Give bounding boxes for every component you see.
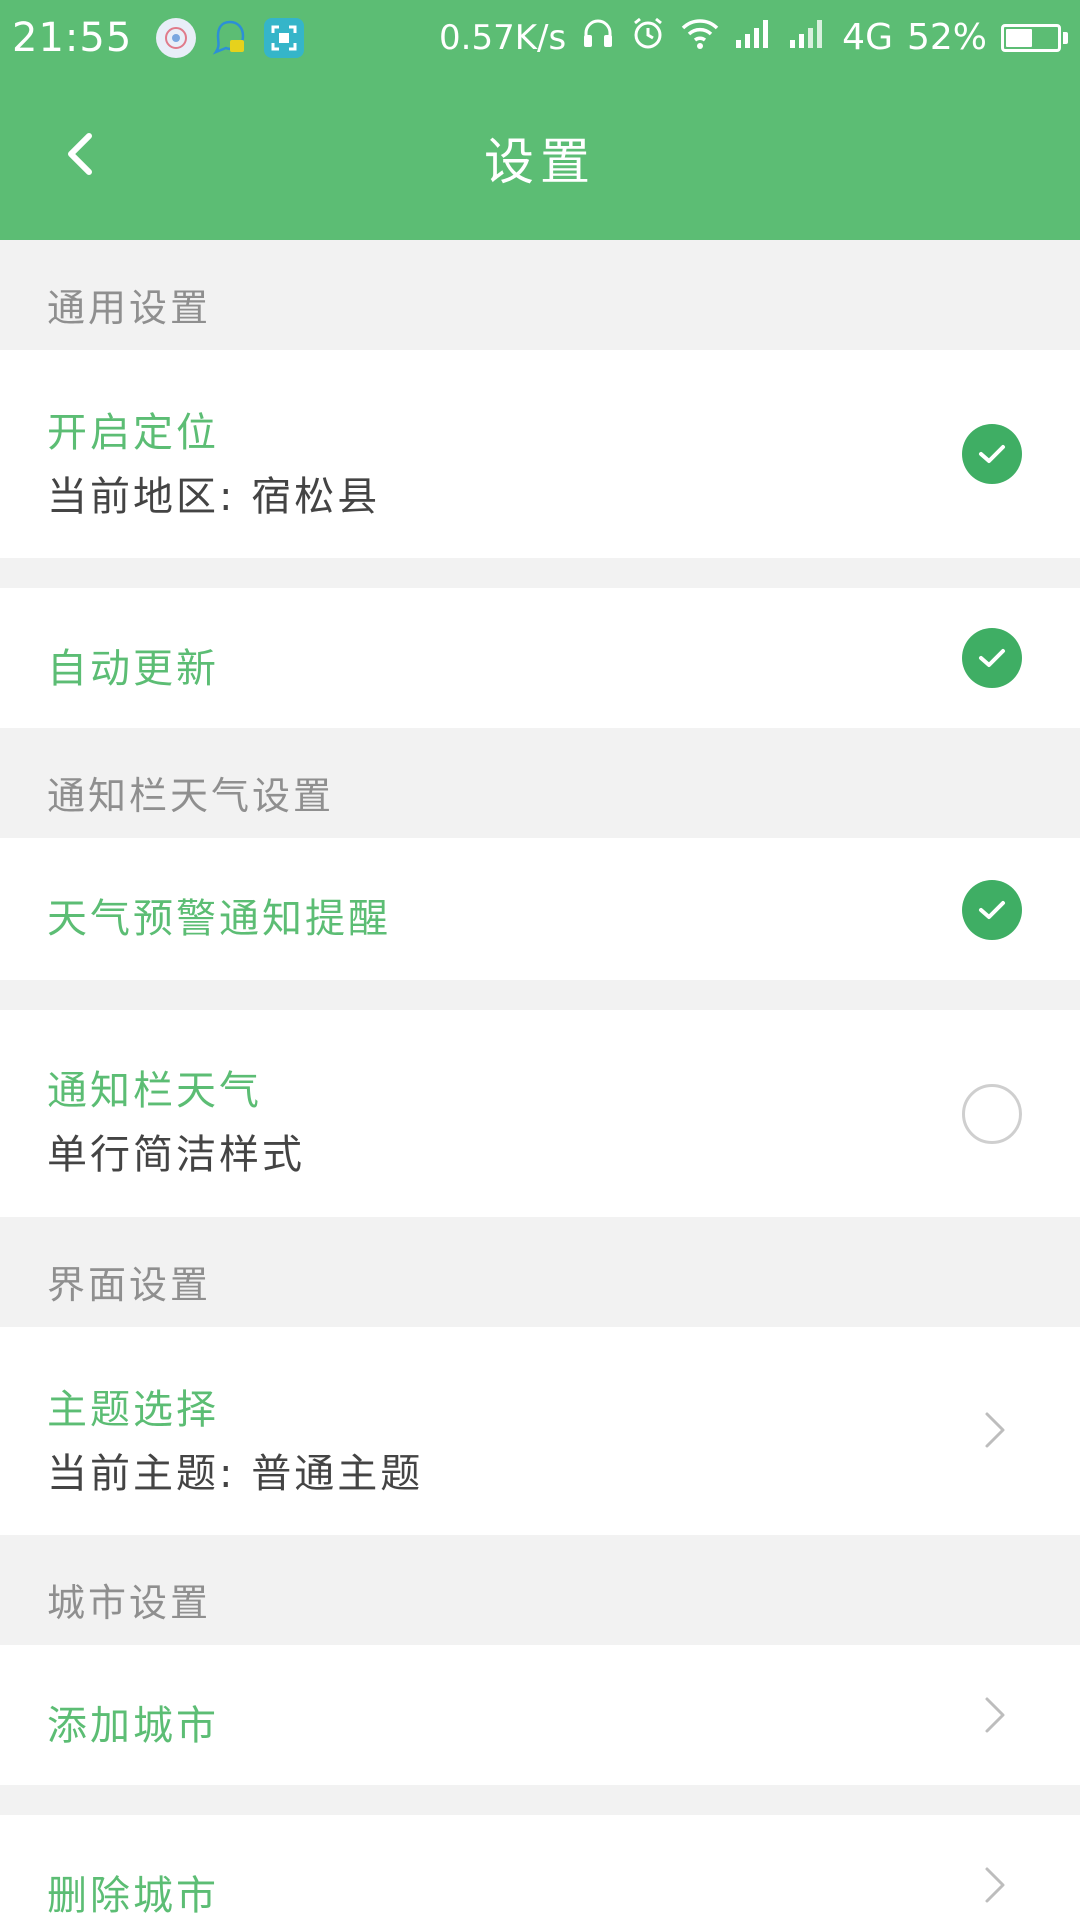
net-speed: 0.57K/s xyxy=(439,17,567,58)
row-title-theme: 主题选择 xyxy=(47,1387,219,1433)
row-auto-update[interactable]: 自动更新 xyxy=(0,588,1080,728)
row-subtitle-theme: 当前主题: 普通主题 xyxy=(47,1451,424,1497)
section-title-general: 通用设置 xyxy=(47,286,212,330)
section-header-general: 通用设置 xyxy=(0,240,1080,350)
wifi-icon xyxy=(680,16,720,59)
row-title-delete-city: 删除城市 xyxy=(47,1873,219,1919)
row-weather-warning[interactable]: 天气预警通知提醒 xyxy=(0,838,1080,980)
network-type: 4G xyxy=(842,17,893,58)
chevron-right-icon xyxy=(976,1690,1012,1740)
chevron-right-icon xyxy=(976,1405,1012,1455)
row-theme[interactable]: 主题选择 当前主题: 普通主题 xyxy=(0,1327,1080,1535)
back-button[interactable] xyxy=(44,119,114,189)
row-title-notification-weather: 通知栏天气 xyxy=(47,1068,262,1114)
section-title-city: 城市设置 xyxy=(47,1581,212,1625)
row-title-location: 开启定位 xyxy=(47,410,219,456)
auto-update-checkbox[interactable] xyxy=(962,628,1022,688)
section-title-notification: 通知栏天气设置 xyxy=(47,774,335,818)
chat-bubble-icon xyxy=(210,18,250,58)
check-icon xyxy=(979,901,1005,919)
scan-icon xyxy=(264,17,305,58)
settings-screen: 21:55 0.57K/s 4G 52% 设置 通用设置 开启定位 当前地区: … xyxy=(0,0,1080,1920)
row-subtitle-location: 当前地区: 宿松县 xyxy=(47,474,381,520)
location-checkbox[interactable] xyxy=(962,424,1022,484)
signal-icon-2 xyxy=(788,16,828,59)
toolbar: 设置 xyxy=(0,75,1080,240)
battery-icon xyxy=(1001,23,1068,52)
row-notification-weather[interactable]: 通知栏天气 单行简洁样式 xyxy=(0,1010,1080,1217)
weather-warning-checkbox[interactable] xyxy=(962,880,1022,940)
chevron-right-icon xyxy=(976,1860,1012,1910)
battery-percent: 52% xyxy=(906,17,987,58)
check-icon xyxy=(979,445,1005,463)
row-subtitle-notification-weather: 单行简洁样式 xyxy=(47,1132,305,1178)
headphones-icon xyxy=(580,15,616,60)
row-delete-city[interactable]: 删除城市 xyxy=(0,1815,1080,1920)
status-time: 21:55 xyxy=(12,14,133,61)
app-icon-1 xyxy=(156,17,197,58)
row-location[interactable]: 开启定位 当前地区: 宿松县 xyxy=(0,350,1080,558)
section-header-notification: 通知栏天气设置 xyxy=(0,728,1080,838)
signal-icon xyxy=(734,16,774,59)
row-title-add-city: 添加城市 xyxy=(47,1703,219,1749)
chevron-left-icon xyxy=(68,133,92,175)
status-bar: 21:55 0.57K/s 4G 52% xyxy=(0,0,1080,75)
notification-weather-checkbox[interactable] xyxy=(962,1084,1022,1144)
section-title-interface: 界面设置 xyxy=(47,1263,212,1307)
alarm-icon xyxy=(630,15,666,60)
row-title-weather-warning: 天气预警通知提醒 xyxy=(47,896,391,942)
page-title: 设置 xyxy=(484,132,596,191)
row-add-city[interactable]: 添加城市 xyxy=(0,1645,1080,1785)
section-header-interface: 界面设置 xyxy=(0,1217,1080,1327)
check-icon xyxy=(979,649,1005,667)
section-header-city: 城市设置 xyxy=(0,1535,1080,1645)
row-title-auto-update: 自动更新 xyxy=(47,646,219,692)
